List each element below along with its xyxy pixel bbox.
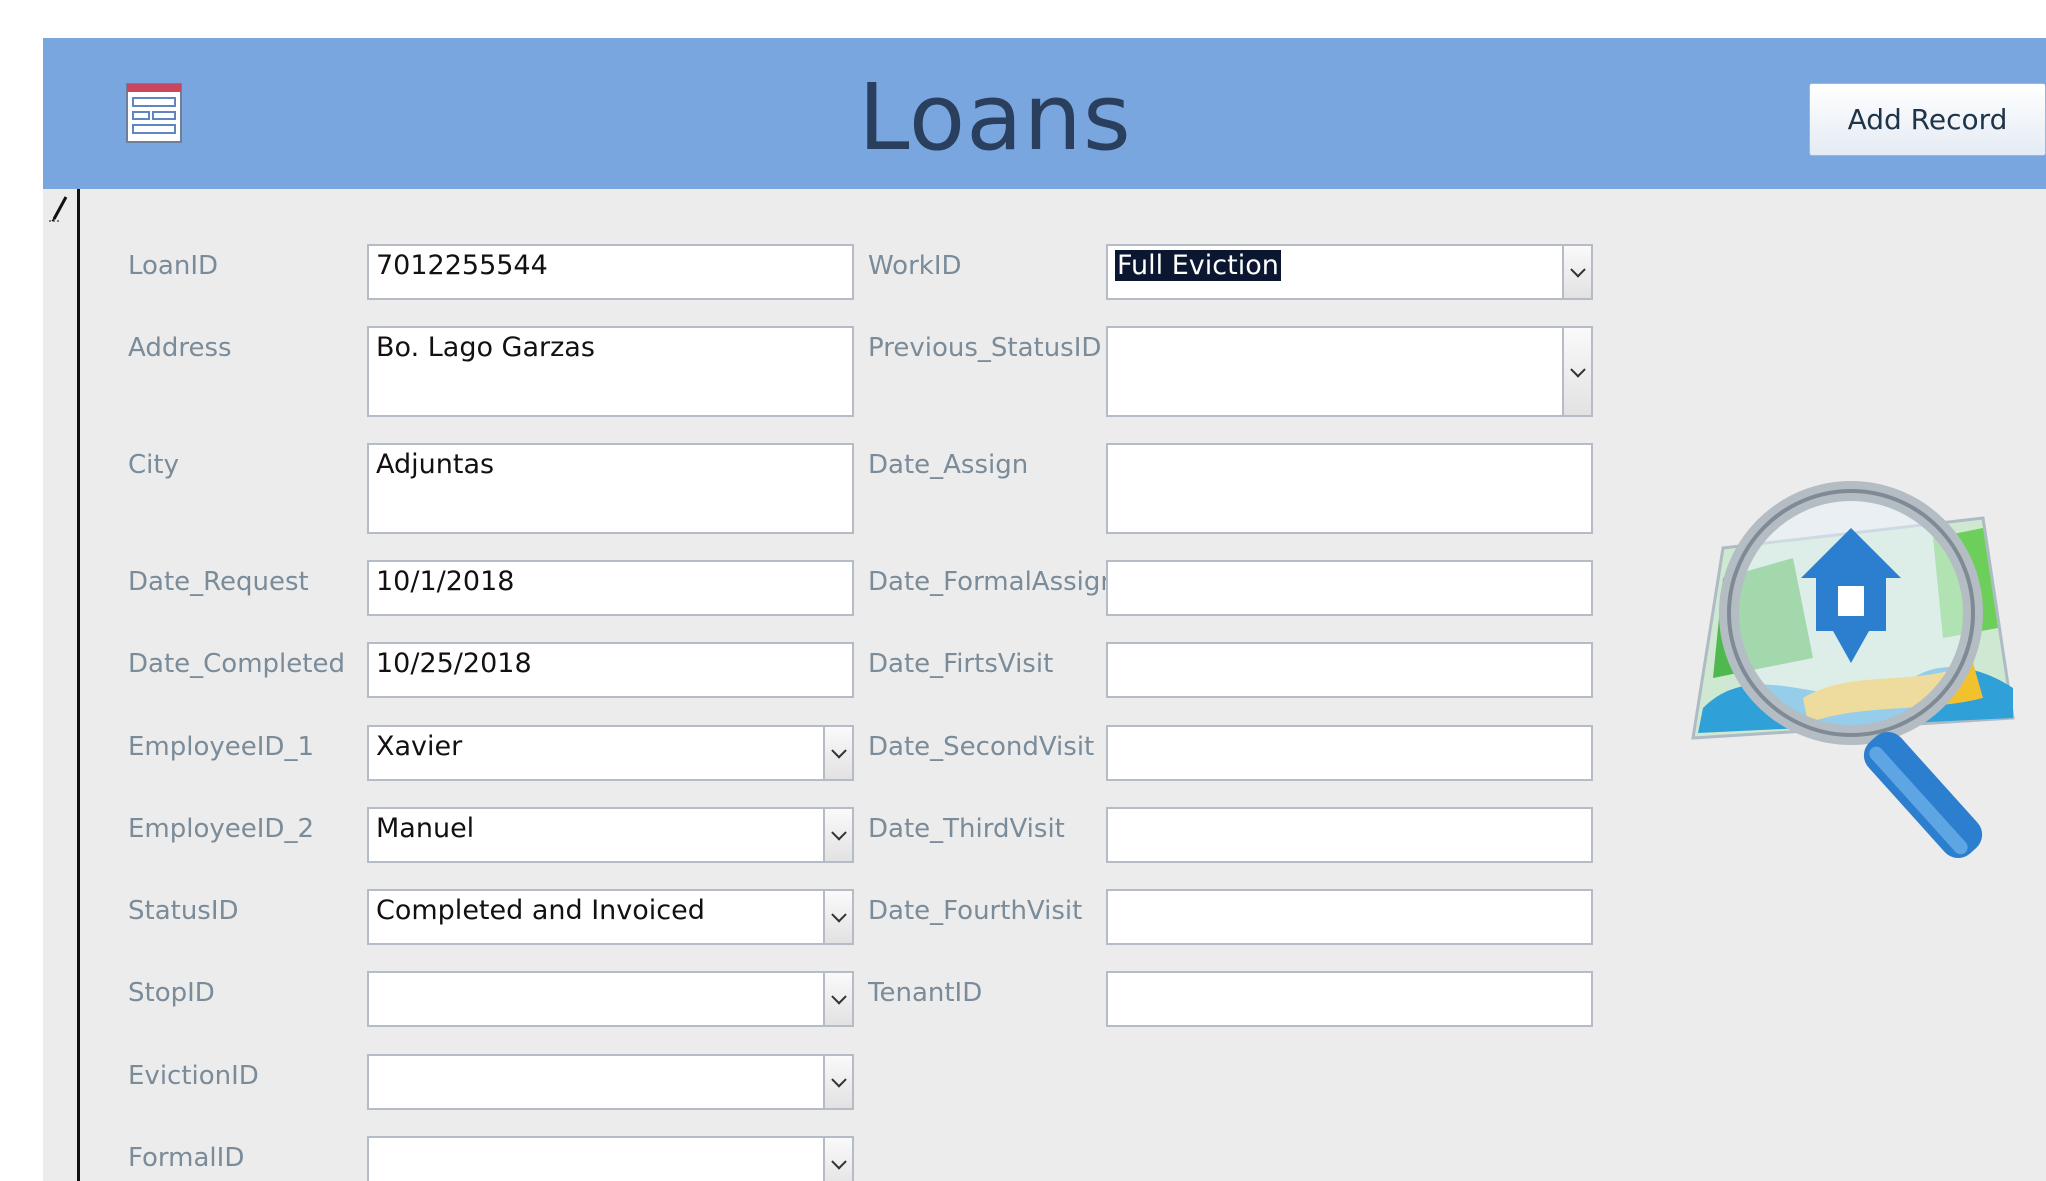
address-value: Bo. Lago Garzas: [376, 332, 595, 363]
chevron-down-icon: [830, 907, 847, 923]
employeeid-2-label: EmployeeID_2: [128, 814, 314, 844]
tenantid-field[interactable]: [1106, 971, 1593, 1027]
statusid-dropdown-button[interactable]: [823, 891, 852, 943]
city-label: City: [128, 450, 179, 480]
date-assign-field[interactable]: [1106, 443, 1593, 534]
previous-statusid-dropdown-button[interactable]: [1562, 328, 1591, 415]
chevron-down-icon: [830, 825, 847, 841]
date-fourthvisit-label: Date_FourthVisit: [868, 896, 1083, 926]
date-firtsvisit-label: Date_FirtsVisit: [868, 649, 1054, 679]
formalid-label: FormalID: [128, 1143, 245, 1173]
stopid-label: StopID: [128, 978, 215, 1008]
employeeid-1-dropdown-button[interactable]: [823, 727, 852, 779]
formalid-combo[interactable]: [367, 1136, 854, 1181]
date-firtsvisit-field[interactable]: [1106, 642, 1593, 698]
date-secondvisit-label: Date_SecondVisit: [868, 732, 1095, 762]
date-request-value: 10/1/2018: [376, 566, 515, 597]
date-completed-value: 10/25/2018: [376, 648, 532, 679]
loanid-value: 7012255544: [376, 250, 548, 281]
city-field[interactable]: Adjuntas: [367, 443, 854, 534]
employeeid-1-label: EmployeeID_1: [128, 732, 314, 762]
employeeid-2-value: Manuel: [376, 813, 475, 844]
statusid-value: Completed and Invoiced: [376, 895, 705, 926]
previous-statusid-label: Previous_StatusID: [868, 333, 1102, 363]
stopid-dropdown-button[interactable]: [823, 973, 852, 1025]
record-selector[interactable]: [43, 189, 80, 1181]
date-thirdvisit-label: Date_ThirdVisit: [868, 814, 1065, 844]
previous-statusid-combo[interactable]: [1106, 326, 1593, 417]
chevron-down-icon: [1569, 262, 1586, 278]
workid-combo[interactable]: Full Eviction: [1106, 244, 1593, 300]
add-record-button[interactable]: Add Record: [1809, 83, 2046, 156]
employeeid-1-value: Xavier: [376, 731, 463, 762]
evictionid-label: EvictionID: [128, 1061, 259, 1091]
loanid-label: LoanID: [128, 251, 219, 281]
date-secondvisit-field[interactable]: [1106, 725, 1593, 781]
address-field[interactable]: Bo. Lago Garzas: [367, 326, 854, 417]
statusid-label: StatusID: [128, 896, 239, 926]
statusid-combo[interactable]: Completed and Invoiced: [367, 889, 854, 945]
address-label: Address: [128, 333, 232, 363]
workid-value: Full Eviction: [1115, 250, 1281, 281]
chevron-down-icon: [1569, 361, 1586, 378]
tenantid-label: TenantID: [868, 978, 983, 1008]
date-completed-field[interactable]: 10/25/2018: [367, 642, 854, 698]
formalid-dropdown-button[interactable]: [823, 1138, 852, 1181]
employeeid-2-dropdown-button[interactable]: [823, 809, 852, 861]
date-thirdvisit-field[interactable]: [1106, 807, 1593, 863]
chevron-down-icon: [830, 1154, 847, 1170]
property-search-magnifier-icon: [1691, 481, 2015, 858]
workid-label: WorkID: [868, 251, 962, 281]
pencil-edit-icon: [49, 196, 68, 222]
chevron-down-icon: [830, 743, 847, 759]
evictionid-combo[interactable]: [367, 1054, 854, 1110]
workid-dropdown-button[interactable]: [1562, 246, 1591, 298]
employeeid-2-combo[interactable]: Manuel: [367, 807, 854, 863]
loanid-field[interactable]: 7012255544: [367, 244, 854, 300]
chevron-down-icon: [830, 1072, 847, 1088]
chevron-down-icon: [830, 989, 847, 1005]
form-header: Loans Add Record: [43, 38, 2046, 189]
date-request-field[interactable]: 10/1/2018: [367, 560, 854, 616]
employeeid-1-combo[interactable]: Xavier: [367, 725, 854, 781]
date-assign-label: Date_Assign: [868, 450, 1029, 480]
date-completed-label: Date_Completed: [128, 649, 345, 679]
stopid-combo[interactable]: [367, 971, 854, 1027]
date-request-label: Date_Request: [128, 567, 309, 597]
loans-form: Loans Add Record LoanID 7012255544 Addre…: [43, 38, 2046, 1181]
date-formalassign-field[interactable]: [1106, 560, 1593, 616]
date-fourthvisit-field[interactable]: [1106, 889, 1593, 945]
form-title: Loans: [858, 64, 1132, 171]
evictionid-dropdown-button[interactable]: [823, 1056, 852, 1108]
city-value: Adjuntas: [376, 449, 495, 480]
date-formalassign-label: Date_FormalAssign: [868, 567, 1117, 597]
